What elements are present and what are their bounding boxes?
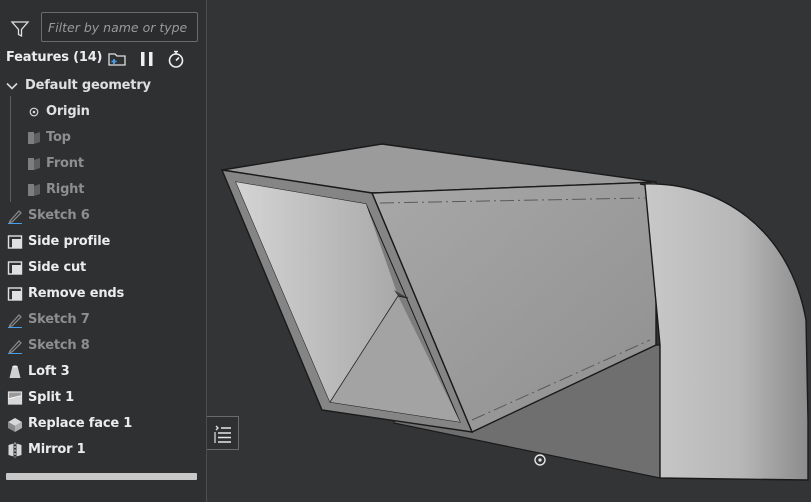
feature-list-panel: Features (14) Default geometry: [0, 0, 207, 502]
plane-icon: [28, 184, 40, 196]
tree-item-label: Sketch 8: [28, 338, 90, 353]
tree-item-sketch-6[interactable]: Sketch 6: [0, 203, 207, 229]
add-folder-icon[interactable]: [107, 49, 127, 69]
extrude-icon: [7, 287, 23, 301]
list-icon: [214, 425, 231, 443]
tree-item-label: Side profile: [28, 234, 111, 249]
tree-item-default-geometry[interactable]: Default geometry: [0, 73, 207, 99]
tree-item-sketch-7[interactable]: Sketch 7: [0, 307, 207, 333]
tree-item-front-plane[interactable]: Front: [0, 151, 207, 177]
features-header: Features (14): [0, 48, 207, 70]
mirror-icon: [8, 442, 22, 458]
plane-icon: [28, 158, 40, 170]
tree-item-label: Mirror 1: [28, 442, 86, 457]
filter-row: [0, 12, 207, 44]
tree-item-sketch-8[interactable]: Sketch 8: [0, 333, 207, 359]
filter-icon[interactable]: [10, 19, 30, 39]
loft-icon: [9, 365, 21, 378]
tree-item-top-plane[interactable]: Top: [0, 125, 207, 151]
tree-item-loft-3[interactable]: Loft 3: [0, 359, 207, 385]
extrude-icon: [7, 261, 23, 275]
tree-item-mirror-1[interactable]: Mirror 1: [0, 437, 207, 463]
tree-item-split-1[interactable]: Split 1: [0, 385, 207, 411]
feature-list-toggle-button[interactable]: [207, 416, 239, 450]
tree-item-side-profile[interactable]: Side profile: [0, 229, 207, 255]
tree-item-label: Default geometry: [25, 78, 151, 93]
panel-horizontal-scrollbar[interactable]: [6, 473, 197, 480]
chevron-down-icon[interactable]: [4, 78, 20, 94]
tree-item-replace-face-1[interactable]: Replace face 1: [0, 411, 207, 437]
replace-face-icon: [8, 418, 22, 432]
tree-item-label: Remove ends: [28, 286, 125, 301]
sketch-icon: [8, 340, 22, 354]
tree-item-origin[interactable]: Origin: [0, 99, 207, 125]
stopwatch-icon[interactable]: [166, 49, 186, 69]
sketch-icon: [8, 210, 22, 224]
tree-item-label: Sketch 6: [28, 208, 90, 223]
filter-input[interactable]: [41, 12, 198, 42]
tree-item-side-cut[interactable]: Side cut: [0, 255, 207, 281]
model-curved-face: [639, 183, 809, 481]
tree-item-label: Replace face 1: [28, 416, 133, 431]
tree-item-label: Sketch 7: [28, 312, 90, 327]
tree-item-right-plane[interactable]: Right: [0, 177, 207, 203]
sketch-icon: [8, 314, 22, 328]
tree-item-remove-ends[interactable]: Remove ends: [0, 281, 207, 307]
tree-item-label: Side cut: [28, 260, 87, 275]
pause-icon[interactable]: [137, 49, 157, 69]
origin-icon: [29, 107, 39, 117]
tree-item-label: Origin: [46, 104, 90, 119]
split-icon: [7, 391, 23, 405]
plane-icon: [28, 132, 40, 144]
features-title: Features (14): [6, 50, 103, 65]
tree-item-label: Right: [46, 182, 85, 197]
tree-item-label: Front: [46, 156, 84, 171]
tree-item-label: Top: [46, 130, 71, 145]
tree-item-label: Loft 3: [28, 364, 70, 379]
extrude-icon: [7, 235, 23, 249]
tree-item-label: Split 1: [28, 390, 74, 405]
